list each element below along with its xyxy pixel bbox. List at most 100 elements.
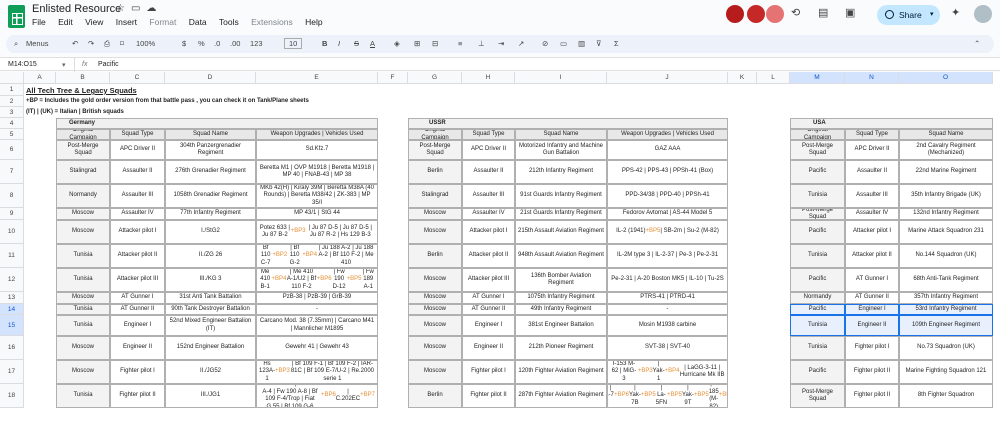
ussr-cell[interactable]: Attacker pilot I — [462, 220, 515, 244]
germany-cell[interactable]: Tunisia — [56, 244, 110, 268]
ussr-cell[interactable]: Post-Merge Squad — [408, 140, 462, 160]
usa-cell[interactable]: 35th Infantry Brigade (UK) — [899, 184, 993, 208]
column-header-l[interactable]: L — [757, 72, 790, 84]
cloud-status-icon[interactable]: ☁ — [146, 3, 156, 14]
usa-cell[interactable]: Pacific — [790, 304, 845, 315]
germany-cell[interactable]: Attacker pilot I — [110, 220, 165, 244]
row-header-18[interactable]: 18 — [0, 384, 24, 408]
gemini-icon[interactable]: ✦ — [951, 6, 960, 19]
ussr-cell[interactable]: Moscow — [408, 360, 462, 384]
ussr-header-h_weap[interactable]: Weapon Upgrades | Vehicles Used — [607, 129, 728, 140]
sheets-logo-icon[interactable] — [8, 5, 25, 28]
germany-cell[interactable]: II./JG52 — [165, 360, 256, 384]
extension-avatar-1-icon[interactable] — [726, 5, 744, 23]
ussr-header-h_type[interactable]: Squad Type — [462, 129, 515, 140]
germany-cell[interactable]: Stalingrad — [56, 160, 110, 184]
valign-icon[interactable]: ⊥ — [478, 39, 485, 48]
germany-cell[interactable]: MP 43/1 | StG 44 — [256, 208, 378, 220]
usa-cell[interactable]: Pacific — [790, 220, 845, 244]
germany-cell[interactable]: Attacker pilot III — [110, 268, 165, 292]
ussr-cell[interactable]: Moscow — [408, 315, 462, 336]
ussr-cell[interactable]: Assaulter III — [462, 184, 515, 208]
germany-cell[interactable]: Post-Merge Squad — [56, 140, 110, 160]
germany-cell[interactable]: 276th Grenadier Regiment — [165, 160, 256, 184]
fill-color-icon[interactable]: ◈ — [394, 39, 400, 48]
share-button[interactable]: Share ▾ — [877, 5, 940, 25]
ussr-cell[interactable]: 49th Infantry Regiment — [515, 304, 607, 315]
usa-cell[interactable]: Post-Merge Squad — [790, 140, 845, 160]
menu-extensions[interactable]: Extensions — [251, 17, 293, 27]
zoom-select[interactable]: 100% — [136, 39, 155, 48]
usa-cell[interactable]: Post-Merge Squad — [790, 384, 845, 408]
row-header-8[interactable]: 8 — [0, 184, 24, 208]
row-header-13[interactable]: 13 — [0, 292, 24, 304]
bold-icon[interactable]: B — [322, 39, 327, 48]
usa-cell[interactable]: Attacker pilot II — [845, 244, 899, 268]
row-header-11[interactable]: 11 — [0, 244, 24, 268]
germany-cell[interactable]: Tunisia — [56, 315, 110, 336]
functions-icon[interactable]: Σ — [614, 39, 619, 48]
usa-cell[interactable]: AT Gunner II — [845, 292, 899, 304]
germany-cell[interactable]: Moscow — [56, 360, 110, 384]
nation-header-germany[interactable]: Germany — [56, 118, 378, 129]
row-header-2[interactable]: 2 — [0, 96, 24, 107]
ussr-cell[interactable]: 381st Engineer Battalion — [515, 315, 607, 336]
ussr-cell[interactable]: Moscow — [408, 292, 462, 304]
usa-cell[interactable]: Assaulter II — [845, 160, 899, 184]
ussr-cell[interactable]: Fighter pilot II — [462, 384, 515, 408]
germany-cell[interactable]: 1058th Grenadier Regiment — [165, 184, 256, 208]
usa-cell[interactable]: Attacker pilot I — [845, 220, 899, 244]
germany-cell[interactable]: 31st Anti Tank Battalion — [165, 292, 256, 304]
ussr-cell[interactable]: Berlin — [408, 384, 462, 408]
usa-cell[interactable]: Post-Merge Squad — [790, 208, 845, 220]
ussr-cell[interactable]: Assaulter IV — [462, 208, 515, 220]
column-header-j[interactable]: J — [607, 72, 728, 84]
ussr-cell[interactable]: Moscow — [408, 220, 462, 244]
paint-format-icon[interactable]: ⌑ — [120, 39, 124, 48]
column-header-k[interactable]: K — [728, 72, 757, 84]
germany-cell[interactable]: Tunisia — [56, 268, 110, 292]
usa-cell[interactable]: Assaulter IV — [845, 208, 899, 220]
menu-insert[interactable]: Insert — [116, 17, 137, 27]
column-header-c[interactable]: C — [110, 72, 165, 84]
ussr-cell[interactable]: Motorized Infantry and Machine Gun Batta… — [515, 140, 607, 160]
germany-cell[interactable]: Attacker pilot II — [110, 244, 165, 268]
germany-cell[interactable]: APC Driver II — [110, 140, 165, 160]
move-folder-icon[interactable]: ▭ — [131, 3, 140, 14]
row-header-9[interactable]: 9 — [0, 208, 24, 220]
germany-cell[interactable]: Assaulter III — [110, 184, 165, 208]
history-icon[interactable]: ⟲ — [791, 6, 800, 19]
germany-cell[interactable]: Fighter pilot II — [110, 384, 165, 408]
ussr-cell[interactable]: 948th Assault Aviation Regiment — [515, 244, 607, 268]
germany-header-h_name[interactable]: Squad Name — [165, 129, 256, 140]
ussr-cell[interactable]: Berlin — [408, 244, 462, 268]
ussr-cell[interactable]: SVT-38 | SVT-40 — [607, 336, 728, 360]
column-header-b[interactable]: B — [56, 72, 110, 84]
germany-cell[interactable]: Potez 633 | Ju 87 B-2 +BP3 | Ju 87 D-5 | … — [256, 220, 378, 244]
ussr-cell[interactable]: Assaulter II — [462, 160, 515, 184]
usa-cell[interactable]: AT Gunner I — [845, 268, 899, 292]
column-header-a[interactable]: A — [24, 72, 56, 84]
germany-cell[interactable]: II./ZG 26 — [165, 244, 256, 268]
column-header-f[interactable]: F — [378, 72, 408, 84]
ussr-cell[interactable]: PTRS-41 | PTRD-41 — [607, 292, 728, 304]
text-color-icon[interactable]: A — [370, 39, 375, 48]
germany-cell[interactable]: Moscow — [56, 220, 110, 244]
strikethrough-icon[interactable]: S — [354, 39, 359, 48]
row-header-3[interactable]: 3 — [0, 107, 24, 118]
usa-cell[interactable]: 109th Engineer Regiment — [899, 315, 993, 336]
ussr-cell[interactable]: 212th Infantry Regiment — [515, 160, 607, 184]
column-header-g[interactable]: G — [408, 72, 462, 84]
germany-cell[interactable]: Sd.Kfz.7 — [256, 140, 378, 160]
row-header-15[interactable]: 15 — [0, 315, 24, 336]
ussr-header-h_name[interactable]: Squad Name — [515, 129, 607, 140]
germany-cell[interactable]: AT Gunner II — [110, 304, 165, 315]
germany-cell[interactable]: MKb 42(H) | Kiraly 39M | Beretta M38A (4… — [256, 184, 378, 208]
menus-search[interactable]: Menus — [26, 39, 49, 48]
row-header-1[interactable]: 1 — [0, 84, 24, 96]
insert-comment-icon[interactable]: ▭ — [560, 39, 567, 48]
ussr-cell[interactable]: Attacker pilot II — [462, 244, 515, 268]
menu-data[interactable]: Data — [189, 17, 207, 27]
germany-cell[interactable]: 304th Panzergrenadier Regiment — [165, 140, 256, 160]
ussr-cell[interactable]: AT Gunner I — [462, 292, 515, 304]
